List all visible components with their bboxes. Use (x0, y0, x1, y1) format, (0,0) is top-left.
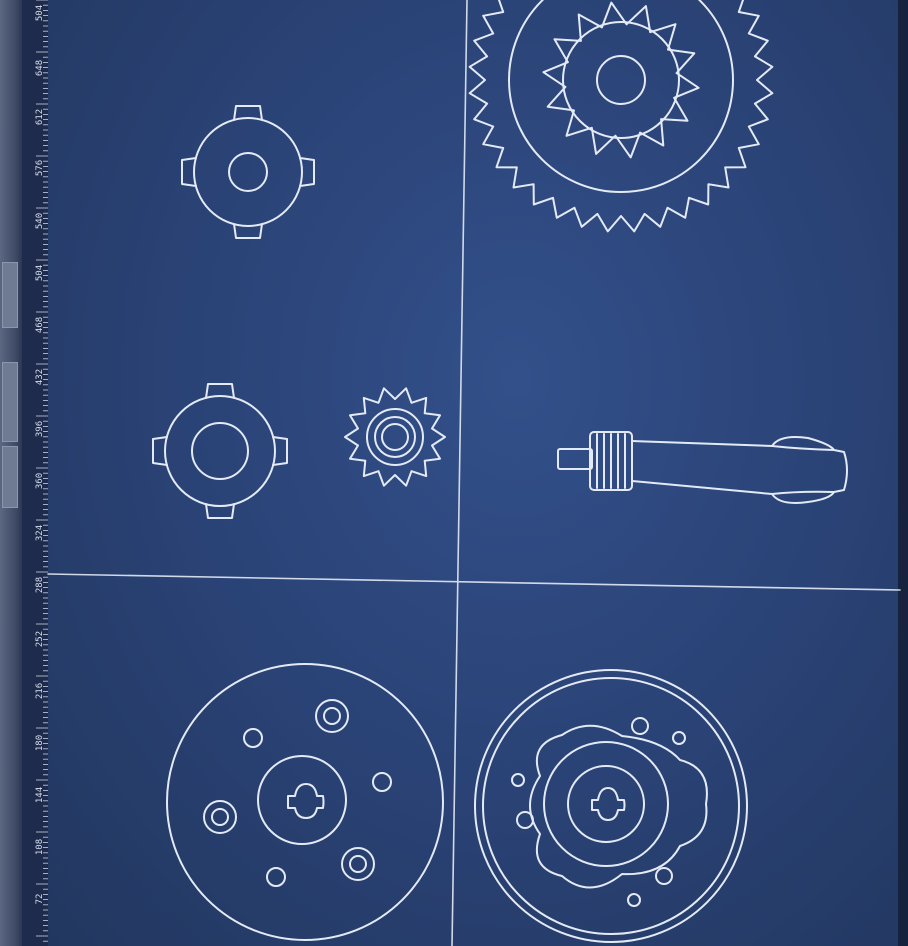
pinion-teeth (344, 387, 446, 487)
gear-hub (562, 21, 680, 139)
spline-coupler[interactable] (181, 105, 315, 239)
inner-gear-teeth (542, 1, 700, 159)
large-gear[interactable] (468, 0, 774, 233)
gear-rim (508, 0, 734, 193)
horizontal-divider (47, 573, 901, 591)
hub-body (193, 117, 303, 227)
hub-body (164, 395, 276, 507)
spline-hub[interactable] (152, 383, 288, 519)
cad-window: 504 648 612 576 540 504 468 432 396 360 … (0, 0, 908, 946)
lobed-flange[interactable] (474, 669, 748, 943)
gear-bore (596, 55, 646, 105)
hub-bore (228, 152, 268, 192)
grid-dividers (47, 0, 901, 946)
blueprint-drawing[interactable] (0, 0, 908, 946)
bolt-flange[interactable] (166, 663, 444, 941)
pinion-shaft[interactable] (557, 431, 848, 504)
small-pinion[interactable] (344, 387, 446, 487)
pinion-bore (381, 423, 409, 451)
vertical-divider (451, 0, 468, 946)
hub-bore (191, 422, 249, 480)
